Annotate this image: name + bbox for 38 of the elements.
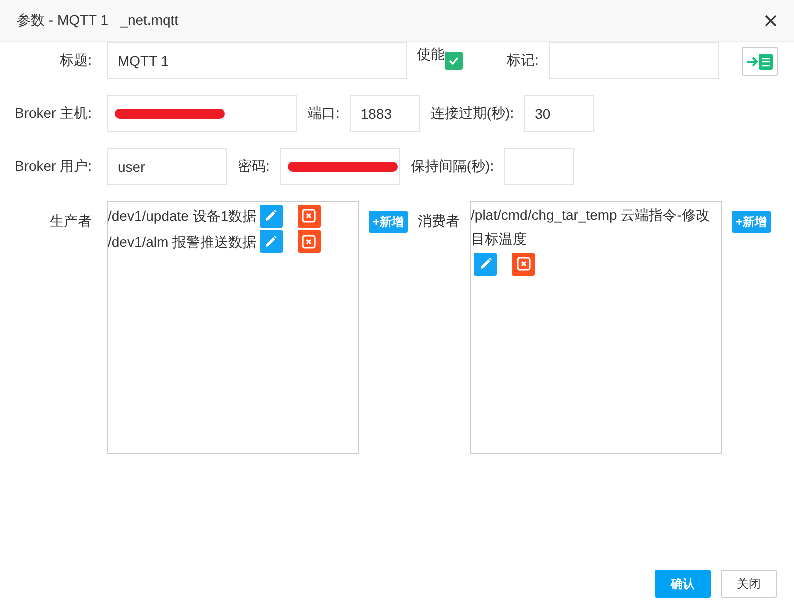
edit-button[interactable]	[260, 230, 283, 254]
edit-button[interactable]	[260, 204, 283, 228]
arrow-document-icon	[746, 52, 774, 70]
field-label: 标题:	[59, 52, 92, 70]
edit-button[interactable]	[474, 252, 498, 276]
field-label: 端口:	[308, 104, 340, 122]
input-field[interactable]	[280, 148, 400, 185]
delete-button[interactable]	[512, 252, 536, 276]
pencil-icon	[263, 234, 280, 250]
input-field[interactable]: 30	[524, 95, 594, 132]
field-label: Broker 用户:	[14, 158, 92, 176]
topic-text: /dev1/update 设备1数据	[108, 207, 257, 226]
field-label: 连接过期(秒):	[430, 104, 514, 122]
input-field[interactable]	[548, 42, 719, 79]
topic-text: /dev1/alm 报警推送数据	[108, 232, 257, 252]
close-dialog-button[interactable]: 关闭	[721, 570, 777, 598]
close-icon	[764, 14, 778, 28]
section-label: 消费者	[418, 213, 460, 231]
input-field[interactable]: user	[107, 148, 227, 185]
field-label: 使能	[417, 46, 445, 64]
input-field[interactable]	[504, 148, 574, 185]
delete-button[interactable]	[298, 204, 321, 228]
arrow-document-button[interactable]	[742, 47, 778, 76]
topic-text: /plat/cmd/chg_tar_temp 云端指令-修改目标温度	[471, 206, 711, 249]
field-label: 标记:	[507, 52, 539, 70]
input-field[interactable]: 1883	[350, 95, 420, 132]
checkbox[interactable]	[445, 52, 463, 70]
field-label: 保持间隔(秒):	[410, 158, 494, 176]
input-field[interactable]	[107, 95, 297, 132]
close-box-icon	[301, 234, 318, 250]
input-field[interactable]: MQTT 1	[107, 42, 407, 79]
field-label: Broker 主机:	[14, 104, 92, 122]
close-box-icon	[516, 256, 532, 272]
window-title: 参数 - MQTT 1 _net.mqtt	[17, 12, 179, 30]
field-label: 密码:	[238, 158, 270, 176]
delete-button[interactable]	[298, 230, 321, 254]
close-box-icon	[301, 208, 318, 224]
section-label: 生产者	[49, 213, 92, 231]
